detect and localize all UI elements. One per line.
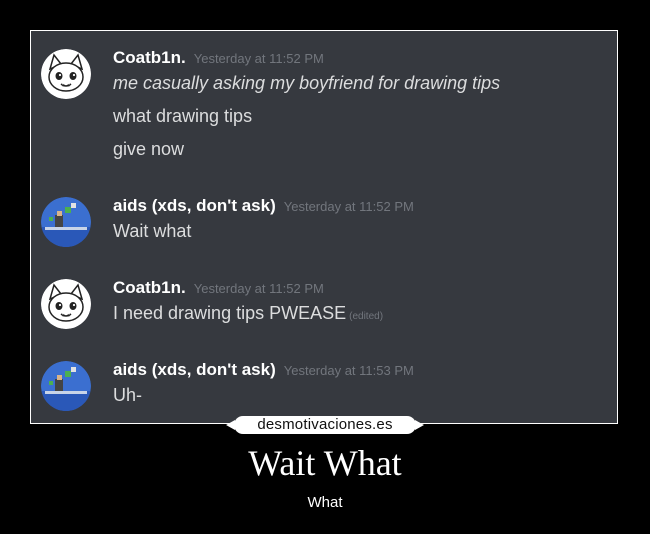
username[interactable]: aids (xds, don't ask) <box>113 196 276 215</box>
timestamp: Yesterday at 11:52 PM <box>193 51 324 66</box>
timestamp: Yesterday at 11:52 PM <box>283 199 414 214</box>
pixel-game-scene-avatar[interactable] <box>41 197 91 247</box>
message-text: what drawing tips <box>113 106 253 126</box>
message-text: me casually asking my boyfriend for draw… <box>113 73 501 93</box>
username[interactable]: aids (xds, don't ask) <box>113 360 276 379</box>
username[interactable]: Coatb1n. <box>113 48 186 67</box>
poster-title: Wait What <box>248 443 402 483</box>
chat-screenshot: Coatb1n. Yesterday at 11:52 PM me casuall… <box>31 31 617 423</box>
message-text: give now <box>113 139 185 159</box>
poster-subtitle: What <box>307 494 343 511</box>
message-text-content: I need drawing tips PWEASE <box>113 303 347 323</box>
message-text: Uh- <box>113 385 143 405</box>
message-text: Wait what <box>113 221 192 241</box>
edited-label: (edited) <box>349 311 384 322</box>
poster-frame: Coatb1n. Yesterday at 11:52 PM me casuall… <box>30 30 618 424</box>
message-text: I need drawing tips PWEASE (edited) <box>113 303 383 324</box>
white-cat-face-avatar[interactable] <box>41 49 91 99</box>
watermark-banner: desmotivaciones.es <box>226 416 424 434</box>
pixel-game-scene-avatar[interactable] <box>41 361 91 411</box>
username[interactable]: Coatb1n. <box>113 278 186 297</box>
white-cat-face-avatar[interactable] <box>41 279 91 329</box>
timestamp: Yesterday at 11:53 PM <box>283 363 414 378</box>
timestamp: Yesterday at 11:52 PM <box>193 281 324 296</box>
